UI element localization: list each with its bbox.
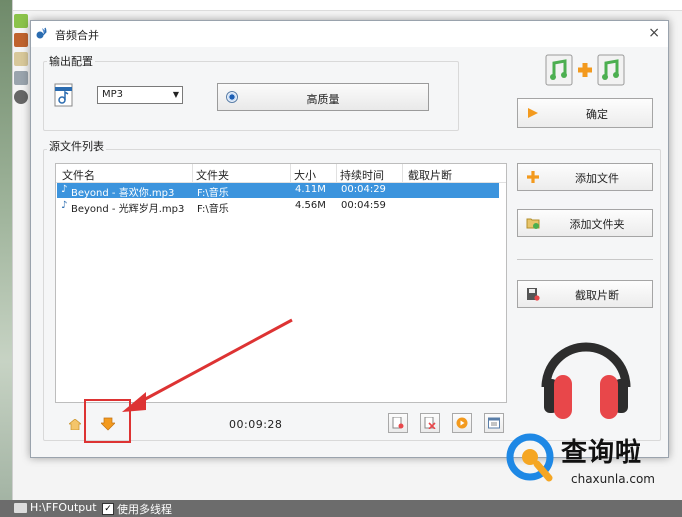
gear-icon[interactable]	[14, 90, 28, 104]
play-icon	[456, 417, 468, 429]
audio-file-icon	[54, 83, 73, 107]
file-folder: F:\音乐	[197, 204, 229, 215]
file-duration: 00:04:59	[341, 200, 386, 211]
format-select[interactable]: MP3 ▼	[97, 86, 183, 104]
confirm-label: 确定	[586, 108, 608, 121]
save-clip-icon	[527, 288, 540, 301]
chevron-down-icon: ▼	[172, 90, 179, 99]
column-header-folder[interactable]: 文件夹	[196, 167, 229, 183]
clip-button[interactable]: 截取片断	[517, 280, 653, 308]
column-header-clip[interactable]: 截取片断	[408, 167, 452, 183]
file-name: Beyond - 光辉岁月.mp3	[71, 204, 185, 215]
file-list[interactable]: 文件名 文件夹 大小 持续时间 截取片断 ♪ Beyond - 喜欢你.mp3 …	[55, 163, 507, 403]
quality-label: 高质量	[306, 93, 340, 106]
play-button[interactable]	[452, 413, 472, 433]
quality-button[interactable]: 高质量	[217, 83, 429, 111]
clear-icon	[424, 417, 436, 429]
confirm-button[interactable]: 确定	[517, 98, 653, 128]
column-header-duration[interactable]: 持续时间	[340, 167, 384, 183]
background-toolbar	[13, 0, 682, 11]
music-note-icon: ♪	[61, 200, 68, 211]
status-bar: H:\FFOutput ✓ 使用多线程	[0, 500, 682, 517]
source-files-label: 源文件列表	[47, 138, 106, 154]
music-note-icon: ♪	[61, 184, 68, 195]
remove-file-button[interactable]	[388, 413, 408, 433]
column-header-size[interactable]: 大小	[294, 167, 316, 183]
button-divider	[517, 259, 653, 260]
clip-label: 截取片断	[575, 289, 619, 302]
output-path[interactable]: H:\FFOutput	[30, 501, 97, 514]
file-row[interactable]: ♪ Beyond - 喜欢你.mp3 F:\音乐 4.11M 00:04:29	[57, 183, 499, 199]
app-icon	[36, 27, 47, 39]
total-duration: 00:09:28	[229, 418, 283, 431]
file-folder: F:\音乐	[197, 188, 229, 199]
watermark: 查询啦 chaxunla.com	[505, 430, 675, 500]
add-file-button[interactable]: 添加文件	[517, 163, 653, 191]
watermark-brand: 查询啦	[561, 438, 643, 468]
background-sidebar-icons	[14, 12, 30, 109]
close-icon[interactable]: ×	[648, 25, 660, 41]
add-folder-button[interactable]: 添加文件夹	[517, 209, 653, 237]
format-select-value: MP3	[102, 89, 124, 100]
document-remove-icon	[392, 417, 404, 429]
file-list-header: 文件名 文件夹 大小 持续时间 截取片断	[56, 164, 506, 183]
document-icon[interactable]	[14, 52, 28, 66]
dialog-titlebar[interactable]: 音频合并 ×	[31, 21, 668, 47]
dialog-title: 音频合并	[55, 29, 99, 42]
info-window-icon	[488, 417, 500, 429]
output-config-label: 输出配置	[47, 53, 95, 69]
drive-icon[interactable]	[14, 71, 28, 85]
folder-icon[interactable]	[14, 503, 27, 513]
multithread-checkbox[interactable]: ✓	[102, 503, 114, 515]
music-icon[interactable]	[14, 14, 28, 28]
file-duration: 00:04:29	[341, 184, 386, 195]
file-name: Beyond - 喜欢你.mp3	[71, 188, 175, 199]
file-size: 4.11M	[295, 184, 326, 195]
folder-add-icon	[526, 218, 540, 229]
file-row[interactable]: ♪ Beyond - 光辉岁月.mp3 F:\音乐 4.56M 00:04:59	[57, 199, 527, 215]
highlight-box	[84, 399, 131, 443]
info-button[interactable]	[484, 413, 504, 433]
image-icon[interactable]	[14, 33, 28, 47]
plus-icon	[527, 171, 539, 183]
add-file-label: 添加文件	[575, 172, 619, 185]
file-size: 4.56M	[295, 200, 326, 211]
clear-list-button[interactable]	[420, 413, 440, 433]
merge-audio-icon	[545, 54, 625, 86]
column-header-name[interactable]: 文件名	[62, 167, 95, 183]
headphones-icon	[541, 342, 631, 419]
move-up-icon[interactable]	[69, 419, 81, 430]
add-folder-label: 添加文件夹	[569, 218, 625, 231]
arrow-right-icon	[528, 108, 538, 118]
audio-merge-dialog: 音频合并 × 输出配置 MP3 ▼ 高质量 确定 源文件列表 文件名 文件夹 大…	[30, 20, 669, 458]
watermark-logo-icon	[506, 433, 554, 482]
multithread-label: 使用多线程	[117, 503, 172, 516]
watermark-url: chaxunla.com	[571, 472, 655, 486]
